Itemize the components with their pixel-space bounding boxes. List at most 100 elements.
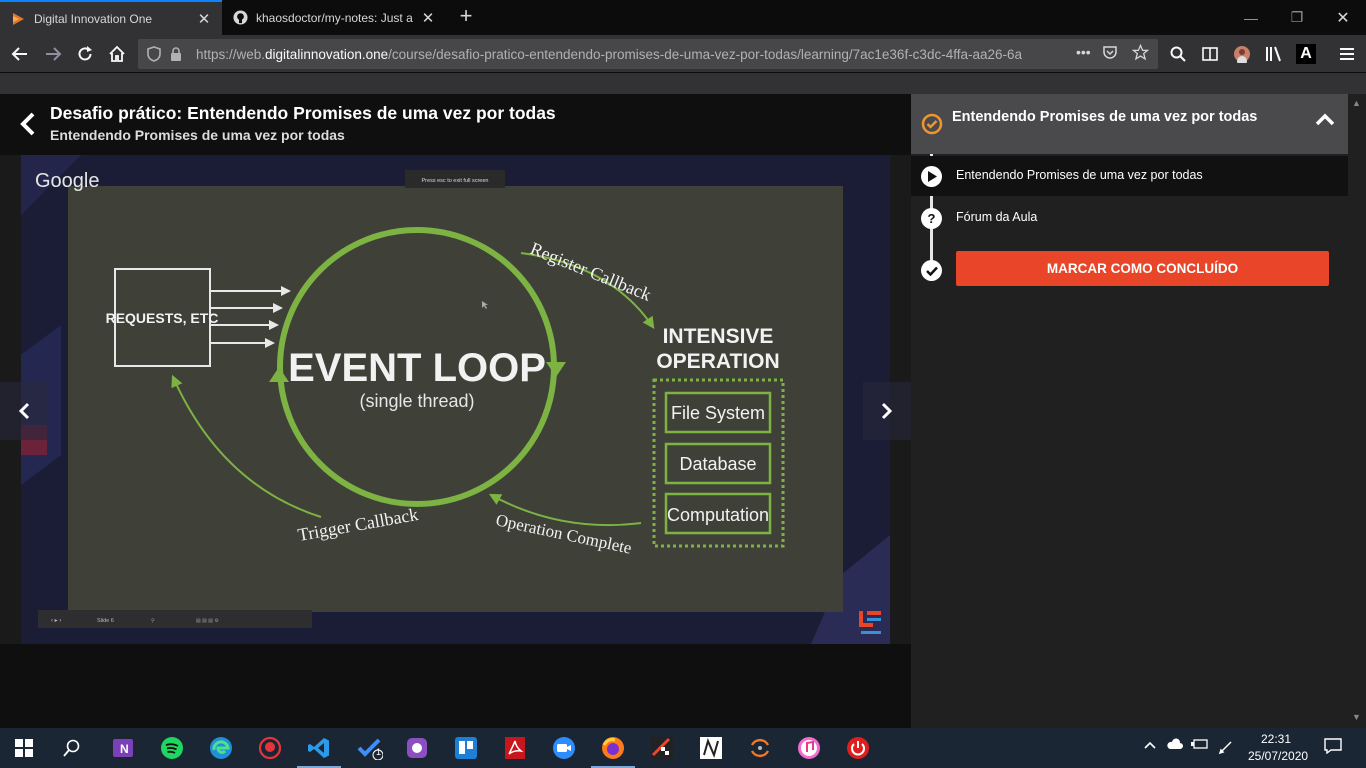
- lock-icon[interactable]: [166, 44, 186, 64]
- spotify-icon[interactable]: [158, 734, 186, 762]
- battery-icon[interactable]: [1190, 738, 1208, 753]
- fullscreen-hint: Press esc to exit full screen: [422, 178, 489, 184]
- edge-icon[interactable]: [207, 734, 235, 762]
- shield-icon[interactable]: [144, 44, 164, 64]
- reload-icon[interactable]: [71, 40, 99, 68]
- mark-complete-button[interactable]: MARCAR COMO CONCLUÍDO: [956, 251, 1329, 286]
- question-icon: ?: [921, 208, 942, 229]
- video-player[interactable]: Google Press esc to exit full screen REQ…: [21, 155, 890, 644]
- toolbar-spacer: [0, 73, 1366, 94]
- onenote-icon[interactable]: N: [109, 734, 137, 762]
- check-icon: [921, 260, 942, 281]
- play-icon: [921, 166, 942, 187]
- module-title: Entendendo Promises de uma vez por todas: [952, 109, 1258, 125]
- itunes-icon[interactable]: [795, 734, 823, 762]
- tab-close-icon[interactable]: ✕: [196, 10, 212, 28]
- sync-app-icon[interactable]: [746, 734, 774, 762]
- lesson-subtitle: Entendendo Promises de uma vez por todas: [50, 127, 345, 143]
- todo-badge: 1: [376, 747, 382, 757]
- intensive-label-2: OPERATION: [656, 350, 779, 373]
- browser-tab-bar: Digital Innovation One ✕ khaosdoctor/my-…: [0, 0, 1366, 35]
- insomnia-icon[interactable]: [697, 734, 725, 762]
- module-header[interactable]: Entendendo Promises de uma vez por todas: [911, 94, 1348, 154]
- intensive-label-1: INTENSIVE: [663, 325, 774, 348]
- slide-canvas: Google Press esc to exit full screen REQ…: [21, 155, 890, 644]
- notifications-icon[interactable]: [1324, 738, 1342, 757]
- tab-title: Digital Innovation One: [34, 11, 153, 26]
- todo-icon[interactable]: 1: [356, 734, 384, 762]
- bookmark-star-icon[interactable]: [1131, 43, 1150, 64]
- google-watermark: Google: [35, 170, 100, 192]
- tab-digital-innovation-one[interactable]: Digital Innovation One ✕: [0, 0, 222, 35]
- next-slide-button[interactable]: [863, 382, 911, 440]
- chevron-right-icon: [881, 402, 893, 420]
- op-file-system: File System: [671, 403, 765, 423]
- requests-label: REQUESTS, ETC: [106, 310, 219, 326]
- extension-avatar-icon[interactable]: [1228, 40, 1256, 68]
- player-bottom-area: [0, 644, 911, 728]
- svg-text:⚲: ⚲: [151, 618, 155, 624]
- github-icon: [232, 10, 248, 26]
- vscode-icon[interactable]: [297, 734, 341, 768]
- url-bar[interactable]: https://web.digitalinnovation.one/course…: [138, 39, 1158, 69]
- dio-favicon-icon: [10, 11, 26, 27]
- minimize-icon[interactable]: —: [1228, 0, 1274, 35]
- sidebar-scrollbar[interactable]: ▲ ▼: [1348, 94, 1366, 728]
- system-clock[interactable]: 22:31 25/07/2020: [1248, 731, 1308, 765]
- slide-number: Slide 6: [97, 618, 114, 624]
- restore-icon[interactable]: ❐: [1274, 0, 1320, 35]
- page-actions-icon[interactable]: •••: [1076, 44, 1091, 60]
- zoom-icon[interactable]: [550, 734, 578, 762]
- lesson-item-label: Fórum da Aula: [956, 210, 1038, 224]
- progress-check-icon: [921, 113, 943, 140]
- close-window-icon[interactable]: ✕: [1320, 0, 1366, 35]
- pen-workspace-icon[interactable]: [1217, 738, 1235, 759]
- lesson-item-video[interactable]: Entendendo Promises de uma vez por todas: [911, 156, 1348, 196]
- op-database: Database: [679, 454, 756, 474]
- svg-text:‹ ▸ ›: ‹ ▸ ›: [51, 618, 61, 624]
- lesson-item-label: Entendendo Promises de uma vez por todas: [956, 168, 1203, 182]
- trello-icon[interactable]: [452, 734, 480, 762]
- library-icon[interactable]: [1260, 40, 1288, 68]
- event-loop-title: EVENT LOOP: [288, 346, 546, 390]
- home-icon[interactable]: [103, 40, 131, 68]
- course-page: Desafio prático: Entendendo Promises de …: [0, 94, 1366, 728]
- svg-text:▤ ▤ ▤ ⚙: ▤ ▤ ▤ ⚙: [196, 618, 219, 624]
- forward-icon[interactable]: [39, 40, 67, 68]
- scroll-down-icon[interactable]: ▼: [1352, 712, 1361, 722]
- github-desktop-icon[interactable]: [403, 734, 431, 762]
- chevron-up-icon[interactable]: [1315, 112, 1335, 131]
- lesson-sidebar: Entendendo Promises de uma vez por todas…: [911, 94, 1366, 728]
- clock-time: 22:31: [1260, 732, 1292, 746]
- search-icon[interactable]: [58, 734, 86, 762]
- tab-github-my-notes[interactable]: khaosdoctor/my-notes: Just a ✕: [222, 0, 446, 35]
- pocket-icon[interactable]: [1102, 44, 1118, 63]
- power-app-icon[interactable]: [844, 734, 872, 762]
- text-extension-icon[interactable]: A: [1292, 40, 1320, 68]
- browser-nav-bar: https://web.digitalinnovation.one/course…: [0, 35, 1366, 73]
- back-arrow-icon[interactable]: [16, 110, 40, 138]
- player-header: Desafio prático: Entendendo Promises de …: [0, 94, 911, 155]
- windows-start-icon[interactable]: [10, 734, 38, 762]
- acrobat-icon[interactable]: [501, 734, 529, 762]
- chevron-left-icon: [18, 402, 30, 420]
- previous-slide-button[interactable]: [0, 382, 48, 440]
- menu-icon[interactable]: [1333, 40, 1361, 68]
- tab-close-icon[interactable]: ✕: [420, 9, 436, 27]
- new-tab-button[interactable]: +: [454, 4, 478, 30]
- slides-controls-bar[interactable]: [38, 610, 312, 628]
- firefox-icon[interactable]: [591, 734, 635, 768]
- course-title: Desafio prático: Entendendo Promises de …: [50, 103, 556, 123]
- onedrive-icon[interactable]: [1167, 738, 1183, 753]
- reader-view-icon[interactable]: [1196, 40, 1224, 68]
- tab-title: khaosdoctor/my-notes: Just a: [256, 10, 413, 25]
- scroll-up-icon[interactable]: ▲: [1352, 98, 1361, 108]
- op-computation: Computation: [667, 505, 769, 525]
- racing-flag-app-icon[interactable]: [648, 734, 676, 762]
- gitkraken-icon[interactable]: [256, 734, 284, 762]
- back-icon[interactable]: [6, 40, 34, 68]
- search-icon[interactable]: [1164, 40, 1192, 68]
- lesson-item-forum[interactable]: ? Fórum da Aula: [911, 198, 1348, 238]
- tray-chevron-up-icon[interactable]: [1143, 738, 1157, 753]
- url-text: https://web.digitalinnovation.one/course…: [196, 46, 1023, 62]
